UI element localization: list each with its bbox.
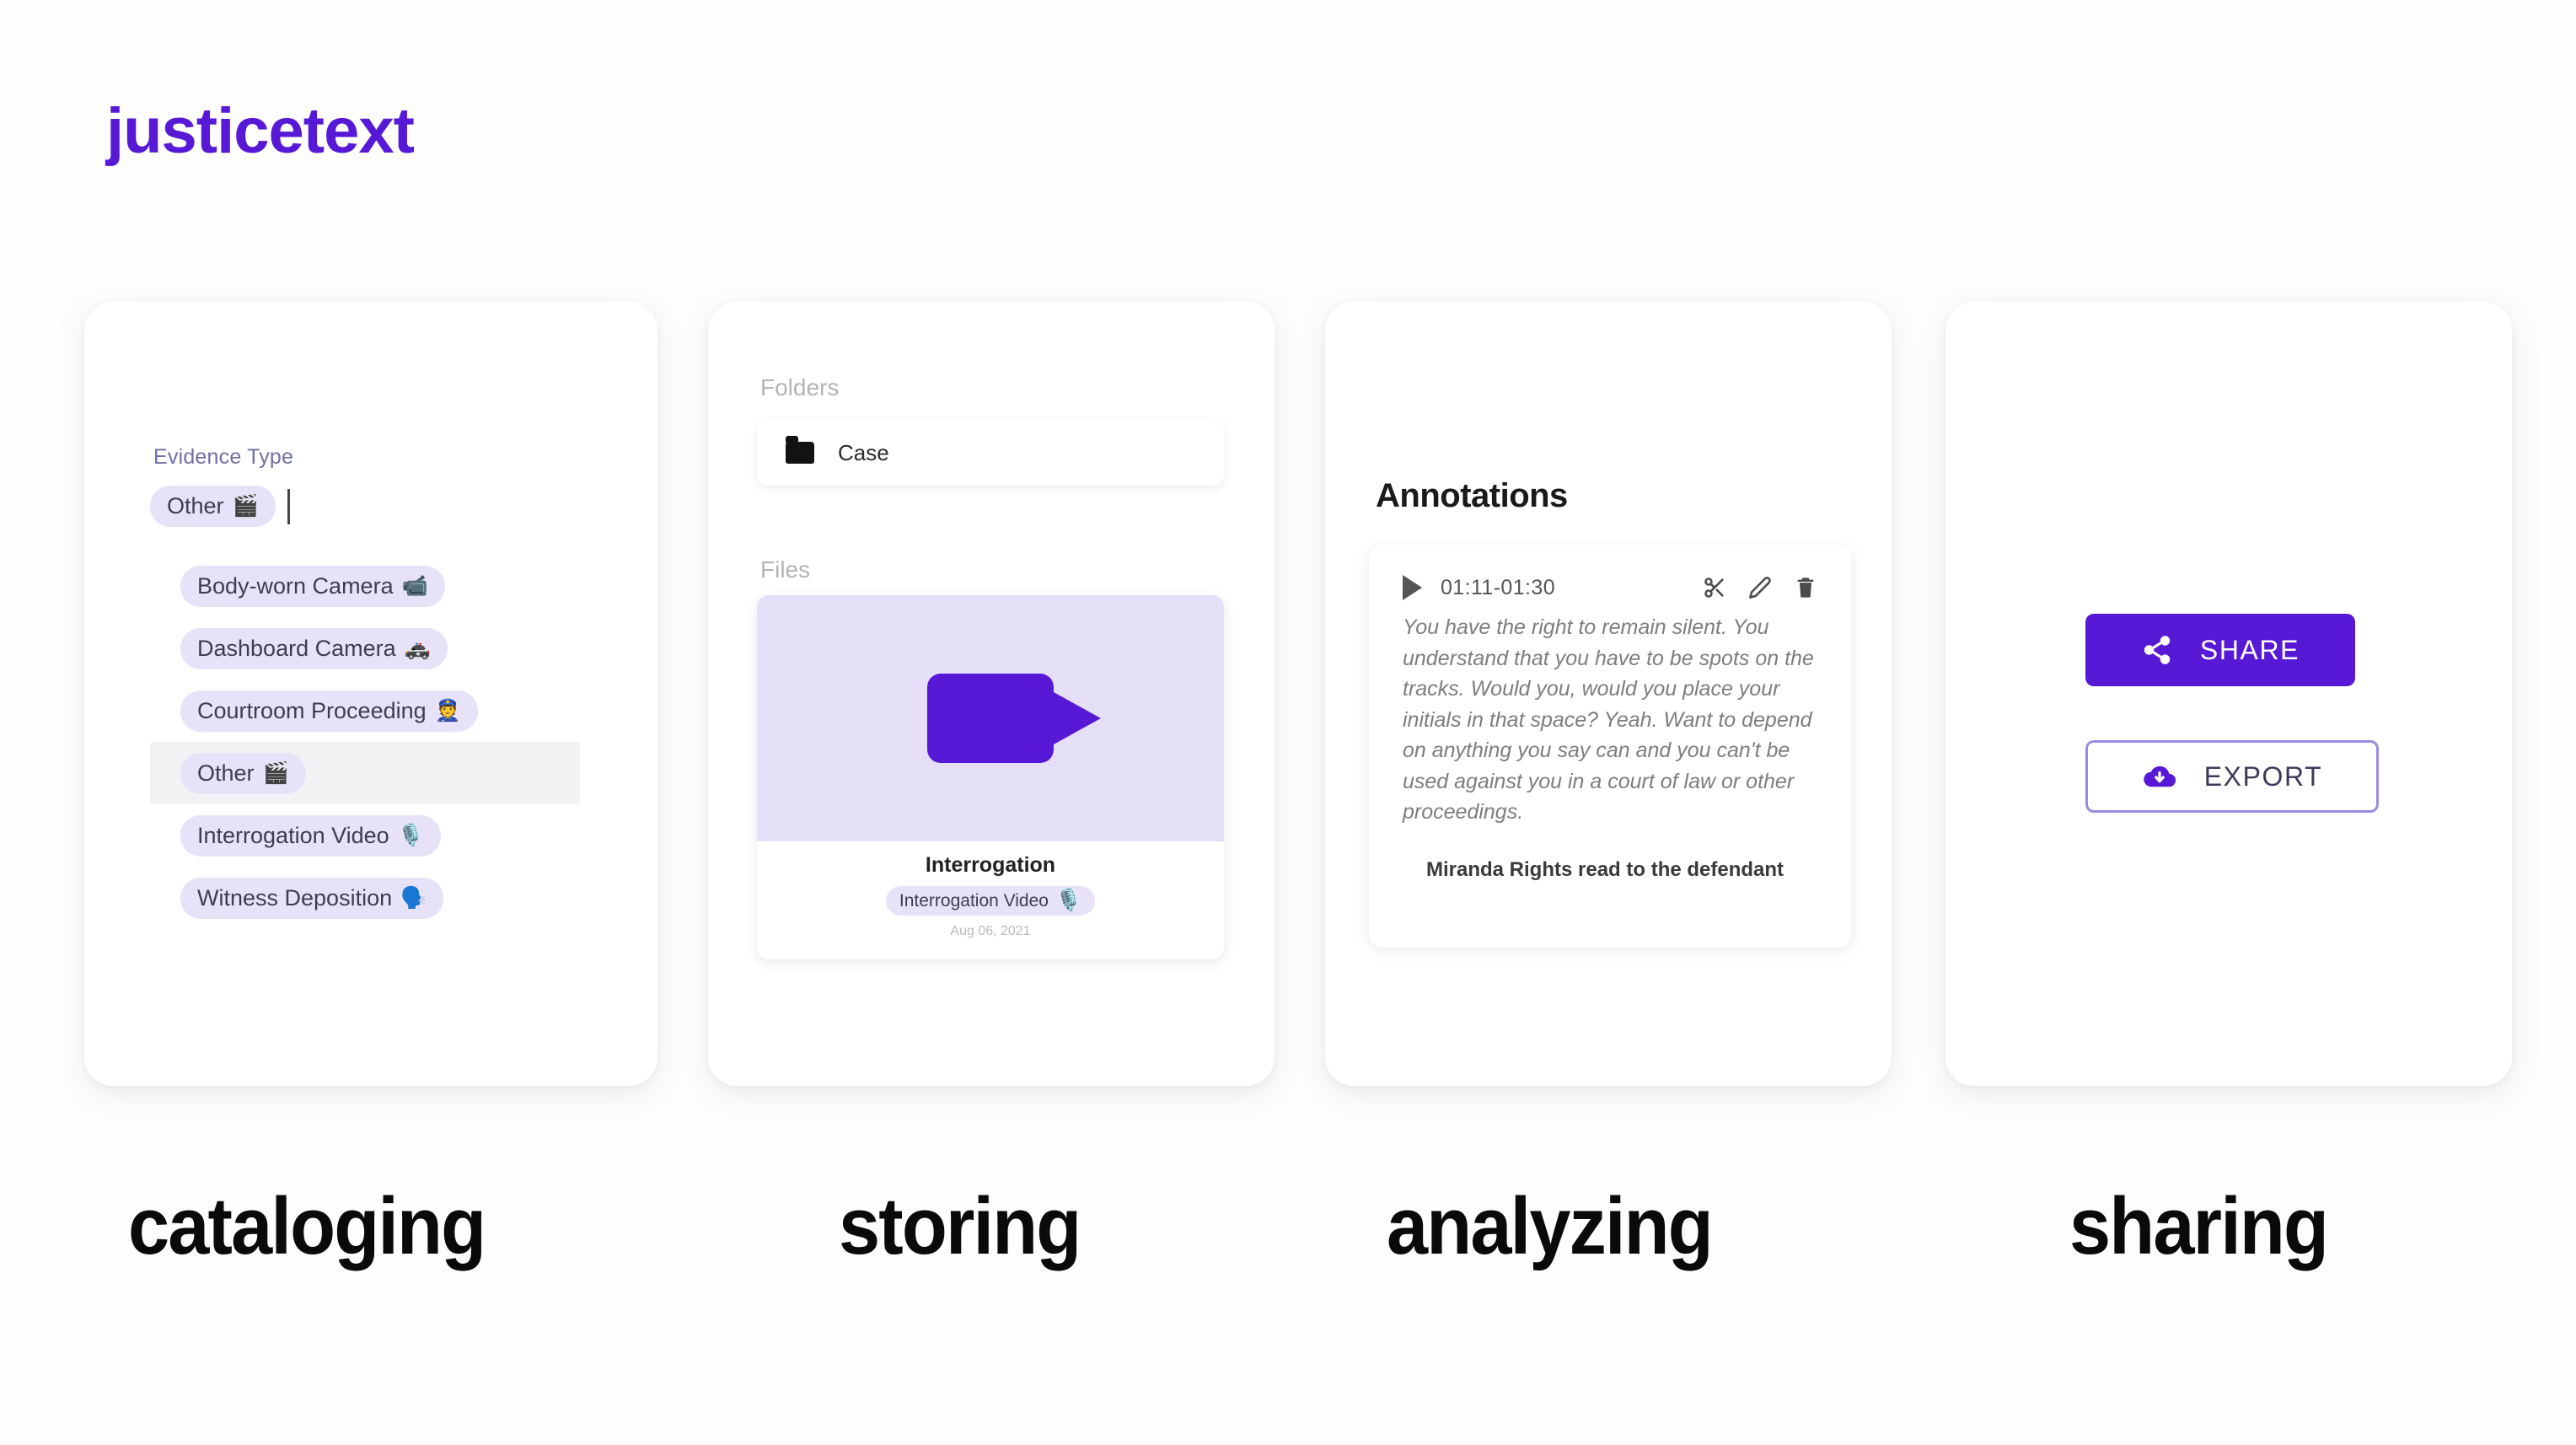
selected-chip-label: Other — [167, 493, 224, 518]
video-camera-icon — [927, 674, 1101, 763]
clapper-board-icon: 🎬 — [232, 494, 259, 518]
speaking-head-icon: 🗣️ — [400, 885, 427, 910]
file-title: Interrogation — [925, 853, 1056, 877]
dropdown-option-other[interactable]: Other 🎬 — [150, 742, 580, 804]
folders-section-label: Folders — [760, 374, 840, 400]
caption-cataloging: cataloging — [128, 1181, 486, 1271]
annotation-transcript: You have the right to remain silent. You… — [1403, 615, 1814, 824]
text-cursor — [287, 488, 290, 524]
clapper-board-icon: 🎬 — [262, 760, 289, 785]
file-tag-label: Interrogation Video — [899, 890, 1049, 911]
option-label: Interrogation Video — [197, 822, 389, 848]
dropdown-option-courtroom-proceeding[interactable]: Courtroom Proceeding 👮 — [150, 680, 580, 742]
marketing-feature-page: justicetext Evidence Type Other 🎬 Body-w… — [0, 0, 2576, 1445]
evidence-type-dropdown[interactable]: Body-worn Camera 📹 Dashboard Camera 🚓 Co… — [150, 555, 580, 929]
video-camera-icon: 📹 — [401, 573, 428, 598]
file-item-interrogation[interactable]: Interrogation Interrogation Video 🎙️ Aug… — [757, 595, 1224, 959]
folder-item-case[interactable]: Case — [757, 420, 1224, 486]
brand-logo: justicetext — [106, 95, 415, 167]
play-icon[interactable] — [1403, 575, 1422, 600]
storing-card: Folders Case Files Interrogation Interro… — [708, 302, 1275, 1086]
dropdown-option-body-worn-camera[interactable]: Body-worn Camera 📹 — [150, 555, 580, 617]
trash-delete-icon[interactable] — [1794, 576, 1817, 599]
police-car-icon: 🚓 — [404, 636, 431, 660]
annotation-item[interactable]: 01:11-01:30 You have the right to remain… — [1369, 545, 1851, 948]
folder-icon — [786, 436, 814, 464]
annotation-note: Miranda Rights read to the defendant — [1426, 857, 1784, 881]
feature-captions: cataloging storing analyzing sharing — [0, 1180, 2576, 1315]
annotations-heading: Annotations — [1376, 477, 1568, 514]
dropdown-option-dashboard-camera[interactable]: Dashboard Camera 🚓 — [150, 617, 580, 680]
selected-evidence-chip[interactable]: Other 🎬 — [150, 486, 276, 527]
file-date: Aug 06, 2021 — [950, 924, 1031, 938]
option-chip: Courtroom Proceeding 👮 — [180, 690, 478, 732]
microphone-icon: 🎙️ — [1055, 889, 1082, 912]
share-button[interactable]: SHARE — [2085, 614, 2355, 686]
option-chip: Interrogation Video 🎙️ — [180, 814, 441, 857]
caption-analyzing: analyzing — [1387, 1181, 1714, 1271]
file-type-tag: Interrogation Video 🎙️ — [885, 886, 1096, 916]
evidence-type-label: Evidence Type — [153, 445, 294, 469]
police-officer-icon: 👮 — [434, 698, 461, 722]
dropdown-option-witness-deposition[interactable]: Witness Deposition 🗣️ — [150, 867, 580, 929]
annotation-timecode: 01:11-01:30 — [1441, 575, 1555, 599]
caption-sharing: sharing — [2069, 1181, 2329, 1271]
microphone-icon: 🎙️ — [397, 823, 424, 847]
share-nodes-icon — [2144, 636, 2171, 664]
scissors-icon[interactable] — [1703, 576, 1726, 599]
evidence-type-input[interactable]: Other 🎬 — [150, 486, 290, 527]
export-button[interactable]: EXPORT — [2085, 740, 2379, 813]
files-section-label: Files — [760, 556, 811, 583]
file-metadata: Interrogation Interrogation Video 🎙️ Aug… — [757, 841, 1224, 959]
analyzing-card: Annotations 01:11-01:30 You have the rig… — [1325, 302, 1892, 1086]
option-chip: Dashboard Camera 🚓 — [180, 627, 448, 669]
option-chip: Other 🎬 — [180, 752, 306, 794]
folder-name: Case — [838, 439, 889, 465]
pencil-edit-icon[interactable] — [1748, 576, 1772, 599]
sharing-card: SHARE EXPORT — [1945, 302, 2512, 1086]
cloud-download-icon — [2143, 765, 2176, 787]
share-button-label: SHARE — [2199, 634, 2300, 665]
caption-storing: storing — [839, 1181, 1081, 1271]
option-label: Witness Deposition — [197, 884, 393, 911]
dropdown-option-interrogation-video[interactable]: Interrogation Video 🎙️ — [150, 804, 580, 867]
file-thumbnail — [757, 595, 1224, 841]
option-label: Dashboard Camera — [197, 635, 396, 661]
option-label: Courtroom Proceeding — [197, 697, 427, 723]
cataloging-card: Evidence Type Other 🎬 Body-worn Camera 📹 — [84, 302, 657, 1086]
feature-cards-row: Evidence Type Other 🎬 Body-worn Camera 📹 — [0, 302, 2576, 1088]
option-chip: Body-worn Camera 📹 — [180, 565, 445, 607]
annotation-actions — [1703, 576, 1817, 599]
export-button-label: EXPORT — [2203, 760, 2323, 792]
option-chip: Witness Deposition 🗣️ — [180, 877, 444, 919]
option-label: Other — [197, 760, 255, 786]
option-label: Body-worn Camera — [197, 572, 394, 599]
annotation-header: 01:11-01:30 — [1403, 573, 1817, 602]
